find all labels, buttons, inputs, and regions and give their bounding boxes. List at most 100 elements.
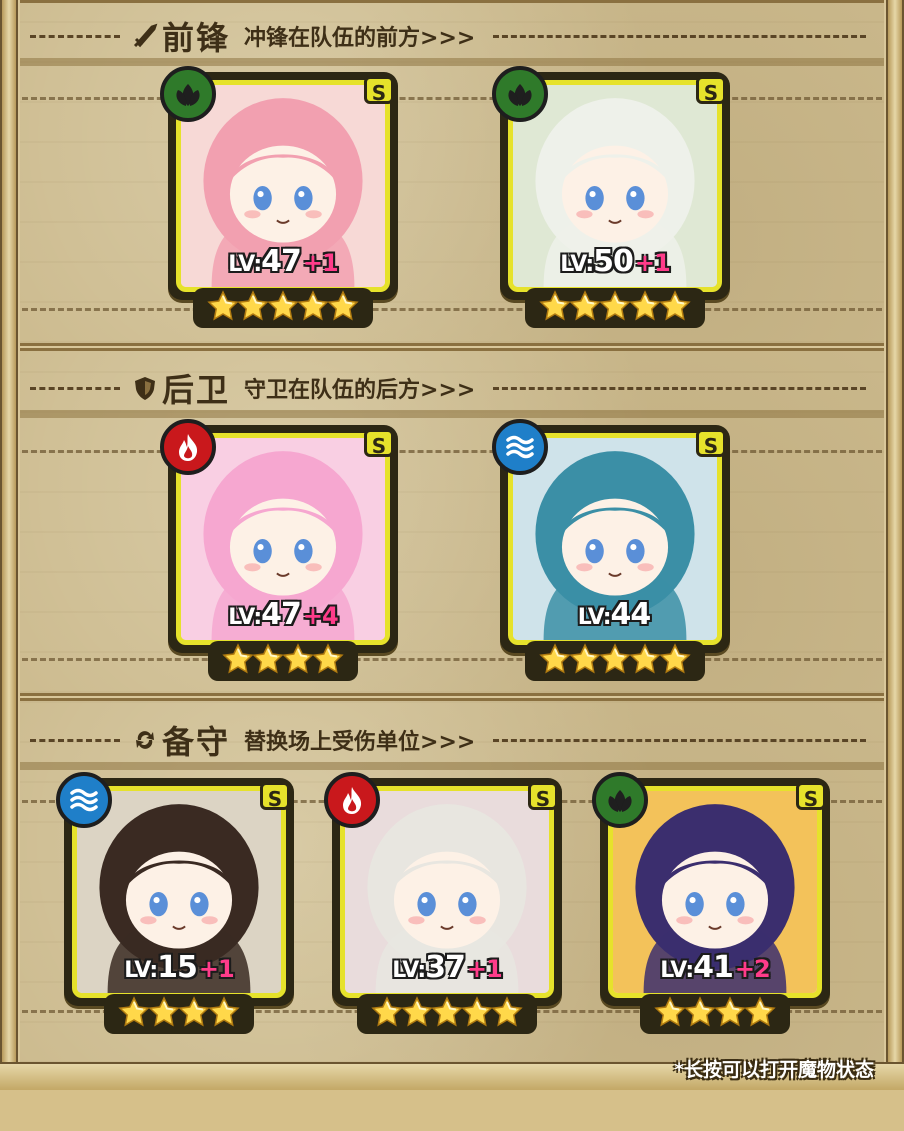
star-icon — [148, 996, 180, 1032]
fire-element-icon — [324, 772, 380, 828]
star-icon — [297, 290, 329, 326]
star-icon — [118, 996, 150, 1032]
star-icon — [252, 643, 284, 679]
level-bonus: +4 — [302, 602, 339, 630]
level-label: LV:44 — [513, 597, 717, 632]
level-value: 41 — [693, 950, 734, 985]
long-press-hint: *长按可以打开魔物状态 — [674, 1059, 874, 1081]
star-icon — [267, 290, 299, 326]
star-icon — [684, 996, 716, 1032]
level-prefix: LV: — [228, 605, 262, 630]
star-icon — [178, 996, 210, 1032]
star-icon — [599, 290, 631, 326]
star-icon — [539, 643, 571, 679]
level-bonus: +1 — [634, 249, 671, 277]
rank-badge: S — [364, 429, 394, 458]
level-prefix: LV: — [660, 958, 694, 983]
star-icon — [237, 290, 269, 326]
back-header: 后卫 守卫在队伍的后方>>> — [20, 362, 884, 414]
front-title: 前锋 — [162, 19, 231, 57]
right-frame — [886, 0, 904, 1090]
star-icon — [654, 996, 686, 1032]
level-value: 15 — [157, 950, 198, 985]
leaf-element-icon — [160, 66, 216, 122]
fire-element-icon — [160, 419, 216, 475]
monster-card[interactable]: LV:47+1 S — [160, 66, 398, 328]
star-icon — [401, 996, 433, 1032]
rank-badge: S — [528, 782, 558, 811]
level-label: LV:50+1 — [513, 244, 717, 279]
star-icon — [431, 996, 463, 1032]
monster-card[interactable]: LV:44 S — [492, 419, 730, 681]
back-subtitle: 守卫在队伍的后方>>> — [244, 378, 476, 403]
level-value: 37 — [425, 950, 466, 985]
front-subtitle: 冲锋在队伍的前方>>> — [244, 26, 476, 51]
rank-badge: S — [260, 782, 290, 811]
bottom-area — [0, 1090, 904, 1131]
shield-icon — [132, 375, 158, 401]
level-label: LV:47+4 — [181, 597, 385, 632]
star-icon — [569, 643, 601, 679]
star-icon — [714, 996, 746, 1032]
level-label: LV:41+2 — [613, 950, 817, 985]
star-rating — [525, 641, 705, 681]
leaf-element-icon — [492, 66, 548, 122]
star-icon — [659, 643, 691, 679]
sword-icon — [132, 23, 158, 49]
star-icon — [599, 643, 631, 679]
level-prefix: LV: — [577, 605, 612, 630]
reserve-subtitle: 替换场上受伤单位>>> — [244, 730, 476, 755]
reserve-title: 备守 — [162, 723, 231, 761]
reserve-header: 备守 替换场上受伤单位>>> — [20, 714, 884, 766]
level-bonus: +1 — [302, 249, 339, 277]
level-label: LV:15+1 — [77, 950, 281, 985]
rank-badge: S — [364, 76, 394, 105]
leaf-element-icon — [592, 772, 648, 828]
star-icon — [371, 996, 403, 1032]
monster-card[interactable]: LV:15+1 S — [56, 772, 294, 1034]
rank-badge: S — [796, 782, 826, 811]
star-icon — [491, 996, 523, 1032]
level-prefix: LV: — [560, 252, 594, 277]
star-rating — [193, 288, 373, 328]
star-rating — [104, 994, 254, 1034]
level-prefix: LV: — [392, 958, 426, 983]
star-icon — [659, 290, 691, 326]
star-icon — [629, 290, 661, 326]
level-value: 47 — [261, 597, 302, 632]
monster-card[interactable]: LV:37+1 S — [324, 772, 562, 1034]
level-bonus: +2 — [734, 955, 771, 983]
monster-card[interactable]: LV:47+4 S — [160, 419, 398, 681]
level-value: 47 — [261, 244, 302, 279]
star-icon — [282, 643, 314, 679]
back-title: 后卫 — [162, 371, 231, 409]
star-icon — [222, 643, 254, 679]
star-icon — [461, 996, 493, 1032]
rank-badge: S — [696, 429, 726, 458]
star-icon — [312, 643, 344, 679]
star-icon — [569, 290, 601, 326]
star-rating — [525, 288, 705, 328]
star-rating — [357, 994, 537, 1034]
monster-card[interactable]: LV:50+1 S — [492, 66, 730, 328]
monster-card[interactable]: LV:41+2 S — [592, 772, 830, 1034]
star-icon — [744, 996, 776, 1032]
level-bonus: +1 — [466, 955, 503, 983]
level-label: LV:37+1 — [345, 950, 549, 985]
star-rating — [208, 641, 358, 681]
front-header: 前锋 冲锋在队伍的前方>>> — [20, 10, 884, 62]
water-element-icon — [56, 772, 112, 828]
level-bonus: +1 — [198, 955, 235, 983]
star-rating — [640, 994, 790, 1034]
star-icon — [207, 290, 239, 326]
star-icon — [539, 290, 571, 326]
level-label: LV:47+1 — [181, 244, 385, 279]
left-frame — [0, 0, 18, 1090]
star-icon — [327, 290, 359, 326]
level-prefix: LV: — [124, 958, 158, 983]
swap-icon — [132, 727, 158, 753]
water-element-icon — [492, 419, 548, 475]
star-icon — [208, 996, 240, 1032]
level-prefix: LV: — [228, 252, 262, 277]
level-value: 50 — [593, 244, 634, 279]
